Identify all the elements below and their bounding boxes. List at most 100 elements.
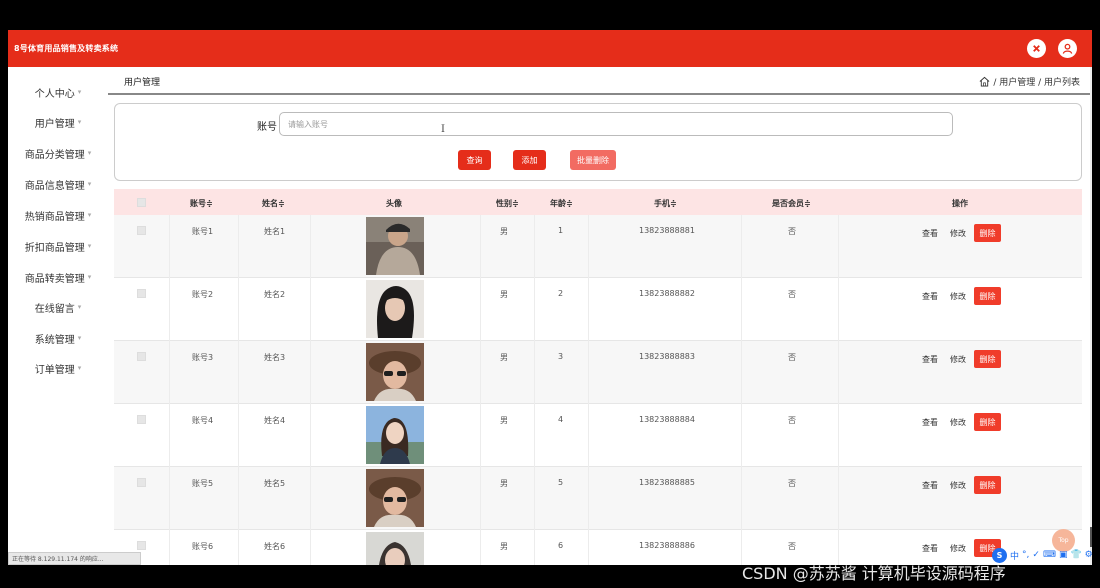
sidebar-item-discount-products[interactable]: 折扣商品管理 ▾	[8, 231, 108, 261]
view-button[interactable]: 查看	[922, 417, 938, 428]
edit-button[interactable]: 修改	[950, 354, 966, 365]
cell-name: 姓名4	[264, 416, 286, 425]
cell-gender: 男	[500, 542, 508, 551]
sidebar-item-category-management[interactable]: 商品分类管理 ▾	[8, 138, 108, 168]
sidebar-item-label: 热销商品管理	[24, 211, 85, 223]
view-button[interactable]: 查看	[922, 543, 938, 554]
cell-account: 账号1	[192, 227, 214, 236]
row-checkbox[interactable]	[137, 289, 146, 298]
sidebar-item-product-info[interactable]: 商品信息管理 ▾	[8, 169, 108, 199]
column-header-avatar: 头像	[386, 199, 402, 208]
cell-member: 否	[788, 416, 796, 425]
home-icon[interactable]	[979, 76, 990, 87]
cell-phone: 13823888886	[639, 541, 695, 550]
add-button[interactable]: 添加	[513, 150, 546, 170]
delete-button[interactable]: 删除	[974, 350, 1001, 368]
chevron-down-icon: ▾	[77, 334, 82, 342]
sidebar-item-personal-center[interactable]: 个人中心 ▾	[8, 77, 108, 107]
chevron-down-icon: ▾	[87, 211, 92, 219]
avatar	[366, 532, 424, 565]
search-panel: 账号 请输入账号 I 查询 添加 批量删除	[114, 103, 1082, 181]
column-divider	[588, 215, 589, 565]
cell-age: 3	[558, 352, 564, 361]
chevron-down-icon: ▾	[87, 149, 92, 157]
column-header-phone[interactable]: 手机≑	[654, 198, 677, 209]
sidebar-item-label: 商品信息管理	[24, 180, 85, 192]
sidebar-item-hot-products[interactable]: 热销商品管理 ▾	[8, 200, 108, 230]
view-button[interactable]: 查看	[922, 228, 938, 239]
edit-button[interactable]: 修改	[950, 480, 966, 491]
page-title: 用户管理	[124, 78, 161, 88]
column-header-name[interactable]: 姓名≑	[262, 198, 285, 209]
scrollbar[interactable]	[1090, 67, 1092, 565]
scrollbar-thumb[interactable]	[1090, 527, 1092, 547]
app-header: 8号体育用品销售及转卖系统	[8, 30, 1092, 67]
delete-button[interactable]: 删除	[974, 476, 1001, 494]
edit-button[interactable]: 修改	[950, 228, 966, 239]
row-checkbox[interactable]	[137, 352, 146, 361]
skin-icon[interactable]: 👕	[1070, 550, 1081, 560]
screen-top-border	[0, 0, 1100, 30]
account-search-input[interactable]: 请输入账号	[279, 112, 953, 136]
table-row: 账号1 姓名1 男 1 13823888881 否 查看 修改 删除	[114, 215, 1082, 278]
batch-delete-button[interactable]: 批量删除	[570, 150, 616, 170]
column-divider	[741, 215, 742, 565]
cell-gender: 男	[500, 416, 508, 425]
edit-button[interactable]: 修改	[950, 291, 966, 302]
sidebar-item-messages[interactable]: 在线留言 ▾	[8, 292, 108, 322]
cell-age: 6	[558, 541, 564, 550]
check-icon[interactable]: ✓	[1032, 550, 1040, 560]
keyboard-icon[interactable]: ⌨	[1043, 550, 1056, 560]
sidebar-item-user-management[interactable]: 用户管理 ▾	[8, 107, 108, 137]
edit-button[interactable]: 修改	[950, 417, 966, 428]
watermark-text: CSDN @苏苏酱 计算机毕设源码程序	[742, 564, 1006, 583]
sidebar-item-label: 个人中心	[34, 88, 75, 100]
column-header-account[interactable]: 账号≑	[190, 198, 213, 209]
row-checkbox[interactable]	[137, 415, 146, 424]
delete-button[interactable]: 删除	[974, 287, 1001, 305]
close-icon[interactable]	[1027, 39, 1046, 58]
cell-name: 姓名5	[264, 479, 286, 488]
sidebar-item-label: 系统管理	[34, 334, 75, 346]
settings-icon[interactable]: ⚙	[1085, 550, 1092, 560]
row-checkbox[interactable]	[137, 478, 146, 487]
select-all-checkbox[interactable]	[137, 198, 146, 207]
column-header-actions: 操作	[952, 199, 968, 208]
sidebar: 个人中心 ▾ 用户管理 ▾ 商品分类管理 ▾ 商品信息管理 ▾ 热销商品管理 ▾ 折扣商品…	[8, 67, 108, 565]
view-button[interactable]: 查看	[922, 354, 938, 365]
sidebar-item-system[interactable]: 系统管理 ▾	[8, 323, 108, 353]
delete-button[interactable]: 删除	[974, 413, 1001, 431]
cell-phone: 13823888885	[639, 478, 695, 487]
table-row: 账号2 姓名2 男 2 13823888882 否 查看 修改 删除	[114, 278, 1082, 341]
avatar	[366, 343, 424, 401]
edit-button[interactable]: 修改	[950, 543, 966, 554]
sidebar-item-label: 用户管理	[34, 118, 75, 130]
user-icon[interactable]	[1058, 39, 1077, 58]
punctuation-icon[interactable]: °,	[1022, 550, 1029, 560]
column-header-gender[interactable]: 性别≑	[496, 198, 519, 209]
sidebar-item-label: 商品分类管理	[24, 149, 85, 161]
chinese-mode-icon[interactable]: 中	[1010, 549, 1019, 562]
cell-member: 否	[788, 353, 796, 362]
query-button[interactable]: 查询	[458, 150, 491, 170]
screen-icon[interactable]: ▣	[1059, 550, 1068, 560]
view-button[interactable]: 查看	[922, 291, 938, 302]
delete-button[interactable]: 删除	[974, 224, 1001, 242]
cell-member: 否	[788, 227, 796, 236]
chevron-down-icon: ▾	[87, 180, 92, 188]
column-divider	[310, 215, 311, 565]
row-checkbox[interactable]	[137, 226, 146, 235]
view-button[interactable]: 查看	[922, 480, 938, 491]
text-cursor-icon: I	[441, 124, 445, 135]
column-header-age[interactable]: 年龄≑	[550, 198, 573, 209]
cell-member: 否	[788, 479, 796, 488]
row-checkbox[interactable]	[137, 541, 146, 550]
sidebar-item-resale-products[interactable]: 商品转卖管理 ▾	[8, 262, 108, 292]
sidebar-item-label: 商品转卖管理	[24, 273, 85, 285]
column-header-member[interactable]: 是否会员≑	[772, 198, 811, 209]
chevron-down-icon: ▾	[77, 303, 82, 311]
column-divider	[238, 215, 239, 565]
sidebar-item-orders[interactable]: 订单管理 ▾	[8, 353, 108, 383]
cell-age: 4	[558, 415, 564, 424]
cell-member: 否	[788, 290, 796, 299]
